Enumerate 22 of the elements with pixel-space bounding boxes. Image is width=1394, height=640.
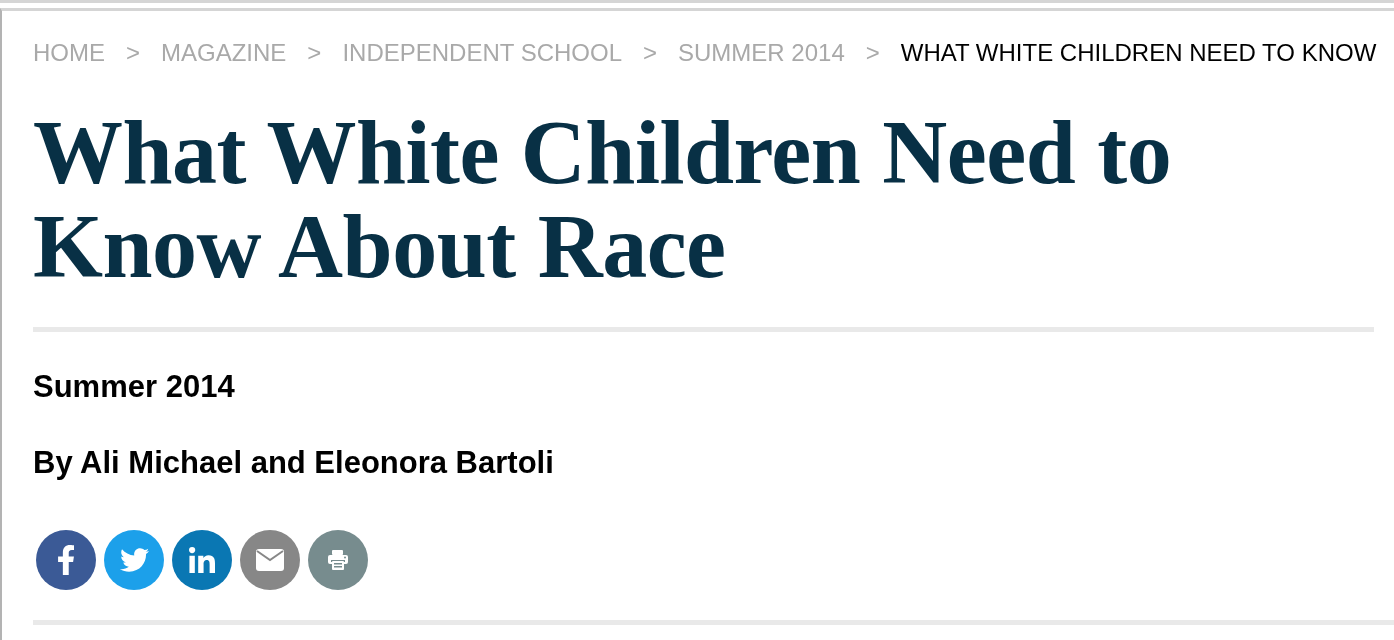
share-button[interactable] [308, 530, 368, 590]
share-button[interactable] [36, 530, 96, 590]
share-button[interactable] [172, 530, 232, 590]
breadcrumb-link[interactable]: MAGAZINE [161, 39, 287, 67]
issue-label: Summer 2014 [33, 369, 236, 405]
breadcrumb-separator: > [307, 39, 322, 67]
breadcrumb-link[interactable]: INDEPENDENT SCHOOL [342, 39, 622, 67]
share-button[interactable] [240, 530, 300, 590]
breadcrumb-link[interactable]: HOME [33, 39, 105, 67]
byline: By Ali Michael and Eleonora Bartoli [33, 445, 555, 481]
breadcrumb-separator: > [865, 39, 880, 67]
twitter-icon [119, 548, 149, 572]
share-button[interactable] [104, 530, 164, 590]
linkedin-icon [189, 547, 215, 573]
article-title: What White Children Need to Know About Race [33, 106, 1173, 294]
printer-icon [328, 550, 348, 570]
breadcrumb-separator: > [643, 39, 657, 67]
breadcrumb-separator: > [126, 39, 140, 67]
breadcrumb-link[interactable]: SUMMER 2014 [678, 39, 845, 67]
facebook-icon [58, 545, 74, 575]
breadcrumb-current[interactable]: WHAT WHITE CHILDREN NEED TO KNOW [900, 39, 1377, 67]
envelope-icon [256, 549, 284, 571]
